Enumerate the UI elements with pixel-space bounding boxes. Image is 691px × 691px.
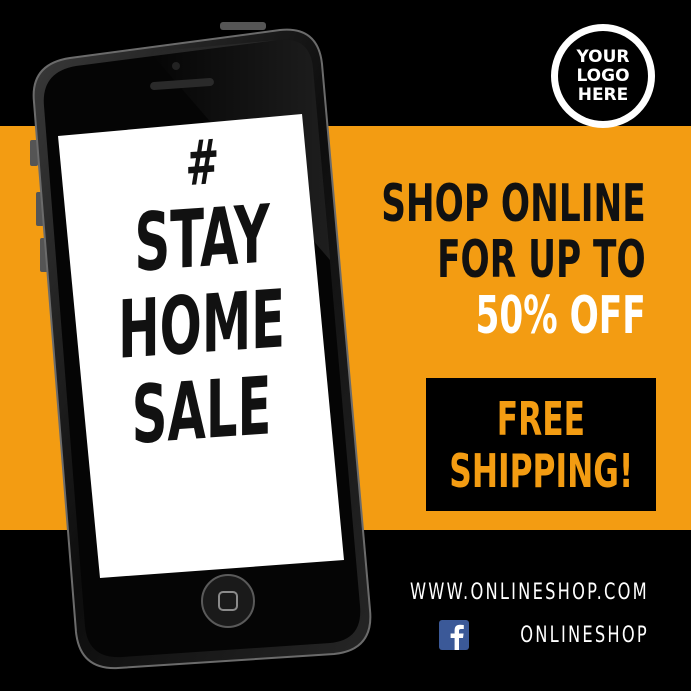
offer-line-discount: 50% OFF: [475, 286, 646, 346]
offer-line-shop-online: SHOP ONLINE: [381, 174, 646, 234]
shipping-line-shipping: SHIPPING!: [449, 443, 633, 498]
logo-inner: YOUR LOGO HERE: [558, 31, 648, 121]
social-link[interactable]: ONLINESHOP: [439, 620, 649, 650]
facebook-icon: [439, 620, 470, 650]
shipping-line-free: FREE: [496, 391, 586, 446]
screen-line-sale: SALE: [132, 359, 272, 462]
logo-badge: YOUR LOGO HERE: [551, 24, 655, 128]
logo-line-2: LOGO: [576, 65, 630, 86]
social-handle: ONLINESHOP: [520, 622, 649, 648]
free-shipping-box: FREE SHIPPING!: [426, 378, 656, 511]
sale-poster: # STAY HOME SALE YOUR LOGO HERE SHOP ONL…: [0, 0, 691, 691]
hashtag-symbol: #: [185, 124, 219, 201]
offer-text: SHOP ONLINE FOR UP TO 50% OFF: [382, 176, 646, 344]
logo-line-1: YOUR: [576, 46, 630, 67]
offer-line-up-to: FOR UP TO: [437, 230, 646, 290]
phone-screen: # STAY HOME SALE: [60, 116, 344, 563]
logo-line-3: HERE: [577, 84, 629, 105]
screen-line-stay: STAY: [134, 187, 270, 290]
website-url[interactable]: WWW.ONLINESHOP.COM: [410, 580, 649, 605]
